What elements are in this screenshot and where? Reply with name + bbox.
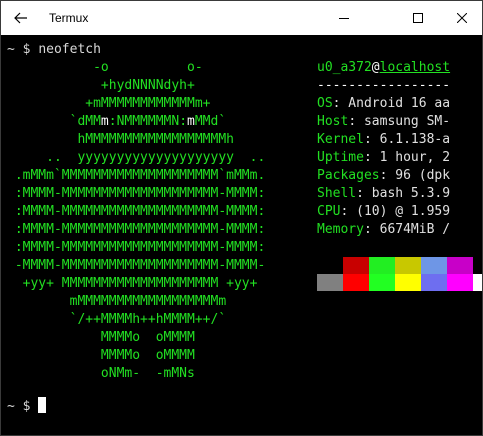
palette-swatch: [317, 274, 343, 291]
logo-line: -o o-: [7, 60, 203, 75]
command-line: ~ $ neofetch: [7, 41, 101, 59]
palette-swatch: [343, 274, 369, 291]
palette-swatch: [421, 274, 447, 291]
color-palette-normal: [317, 257, 482, 274]
palette-swatch: [369, 257, 395, 274]
window-title: Termux: [49, 11, 89, 25]
logo-eye: m: [187, 114, 195, 129]
logo-line: +mMMMMMMMMMMMMm+: [7, 96, 211, 111]
input-line[interactable]: ~ $: [7, 397, 47, 415]
logo-line: MMMMo oMMMM: [7, 348, 195, 363]
palette-swatch: [421, 257, 447, 274]
hostname: localhost: [379, 60, 451, 75]
command-text: neofetch: [38, 42, 101, 57]
info-row-cpu: CPU: (10) @ 1.959: [317, 203, 450, 221]
user-host-line: u0_a372@localhost: [317, 59, 450, 77]
logo-line: `/++MMMMh++hMMMM++/`: [7, 312, 227, 327]
palette-swatch: [473, 274, 482, 291]
at-sign: @: [371, 60, 380, 75]
palette-swatch: [447, 274, 473, 291]
info-key: OS: [317, 96, 333, 111]
minimize-button[interactable]: [324, 1, 364, 35]
logo-line: :MMMM-MMMMMMMMMMMMMMMMMMMM-MMMM:: [7, 186, 266, 201]
info-row-os: OS: Android 16 aa: [317, 95, 450, 113]
palette-swatch: [447, 257, 473, 274]
termux-window: Termux ~ $ neofetch -o o- +hydNNNNdyh+ +…: [0, 0, 483, 436]
logo-line: :MMMM-MMMMMMMMMMMMMMMMMMMM-MMMM:: [7, 204, 266, 219]
info-key: Packages: [317, 168, 380, 183]
info-row-memory: Memory: 6674MiB /: [317, 221, 450, 239]
maximize-button[interactable]: [398, 1, 438, 35]
logo-line: `dMMm:NMMMMMMN:mMMd`: [7, 113, 227, 131]
back-button[interactable]: [1, 1, 41, 35]
info-value: : samsung SM-: [348, 114, 451, 129]
info-value: : 96 (dpk: [379, 168, 451, 183]
info-key: Shell: [317, 186, 357, 201]
logo-line: :MMMM-MMMMMMMMMMMMMMMMMMMM-MMMM:: [7, 222, 266, 237]
logo-line: MMMMo oMMMM: [7, 330, 195, 345]
color-palette-bright: [317, 274, 482, 291]
info-row-uptime: Uptime: 1 hour, 2: [317, 149, 450, 167]
logo-line: .mMMm`MMMMMMMMMMMMMMMMMMMM`mMMm.: [7, 168, 266, 183]
logo-line: hMMMMMMMMMMMMMMMMMMh: [7, 132, 234, 147]
info-separator: -----------------: [317, 78, 451, 93]
info-value: : 6.1.138-a: [363, 132, 451, 147]
prompt: ~ $: [7, 399, 39, 414]
close-button[interactable]: [442, 1, 482, 35]
title-bar: Termux: [1, 1, 482, 35]
info-key: Uptime: [317, 150, 364, 165]
info-row-kernel: Kernel: 6.1.138-a: [317, 131, 450, 149]
palette-swatch: [395, 274, 421, 291]
palette-swatch: [473, 257, 482, 274]
info-value: : 1 hour, 2: [363, 150, 451, 165]
info-row-shell: Shell: bash 5.3.9: [317, 185, 450, 203]
logo-line: oNMm- -mMNs: [7, 366, 195, 381]
logo-fragment: MMd`: [194, 114, 227, 129]
info-value: : (10) @ 1.959: [340, 204, 451, 219]
info-value: : 6674MiB /: [363, 222, 451, 237]
info-row-packages: Packages: 96 (dpk: [317, 167, 450, 185]
logo-line: mMMMMMMMMMMMMMMMMMMm: [7, 294, 227, 309]
palette-swatch: [395, 257, 421, 274]
info-key: Memory: [317, 222, 364, 237]
close-icon: [457, 13, 467, 23]
logo-line: .. yyyyyyyyyyyyyyyyyyyy ..: [7, 150, 266, 165]
palette-swatch: [369, 274, 395, 291]
info-key: Kernel: [317, 132, 364, 147]
prompt: ~ $: [7, 42, 39, 57]
logo-line: :MMMM-MMMMMMMMMMMMMMMMMMMM-MMMM:: [7, 240, 266, 255]
logo-fragment: :NMMMMMMN:: [108, 114, 188, 129]
palette-swatch: [317, 257, 343, 274]
terminal-output[interactable]: ~ $ neofetch -o o- +hydNNNNdyh+ +mMMMMMM…: [1, 35, 482, 435]
info-value: : bash 5.3.9: [356, 186, 451, 201]
info-key: CPU: [317, 204, 341, 219]
back-arrow-icon: [14, 12, 27, 24]
info-key: Host: [317, 114, 349, 129]
maximize-icon: [413, 13, 423, 23]
logo-line: +hydNNNNdyh+: [7, 78, 195, 93]
logo-eye: m: [100, 114, 109, 129]
info-row-host: Host: samsung SM-: [317, 113, 450, 131]
logo-line: +yy+ MMMMMMMMMMMMMMMMMMMM +yy+: [7, 276, 258, 291]
info-value: : Android 16 aa: [332, 96, 451, 111]
text-cursor: [38, 397, 47, 413]
username: u0_a372: [317, 60, 372, 75]
minimize-icon: [339, 18, 349, 19]
logo-fragment: `dMM: [7, 114, 101, 129]
logo-line: -MMMM-MMMMMMMMMMMMMMMMMMMM-MMMM-: [7, 258, 266, 273]
palette-swatch: [343, 257, 369, 274]
